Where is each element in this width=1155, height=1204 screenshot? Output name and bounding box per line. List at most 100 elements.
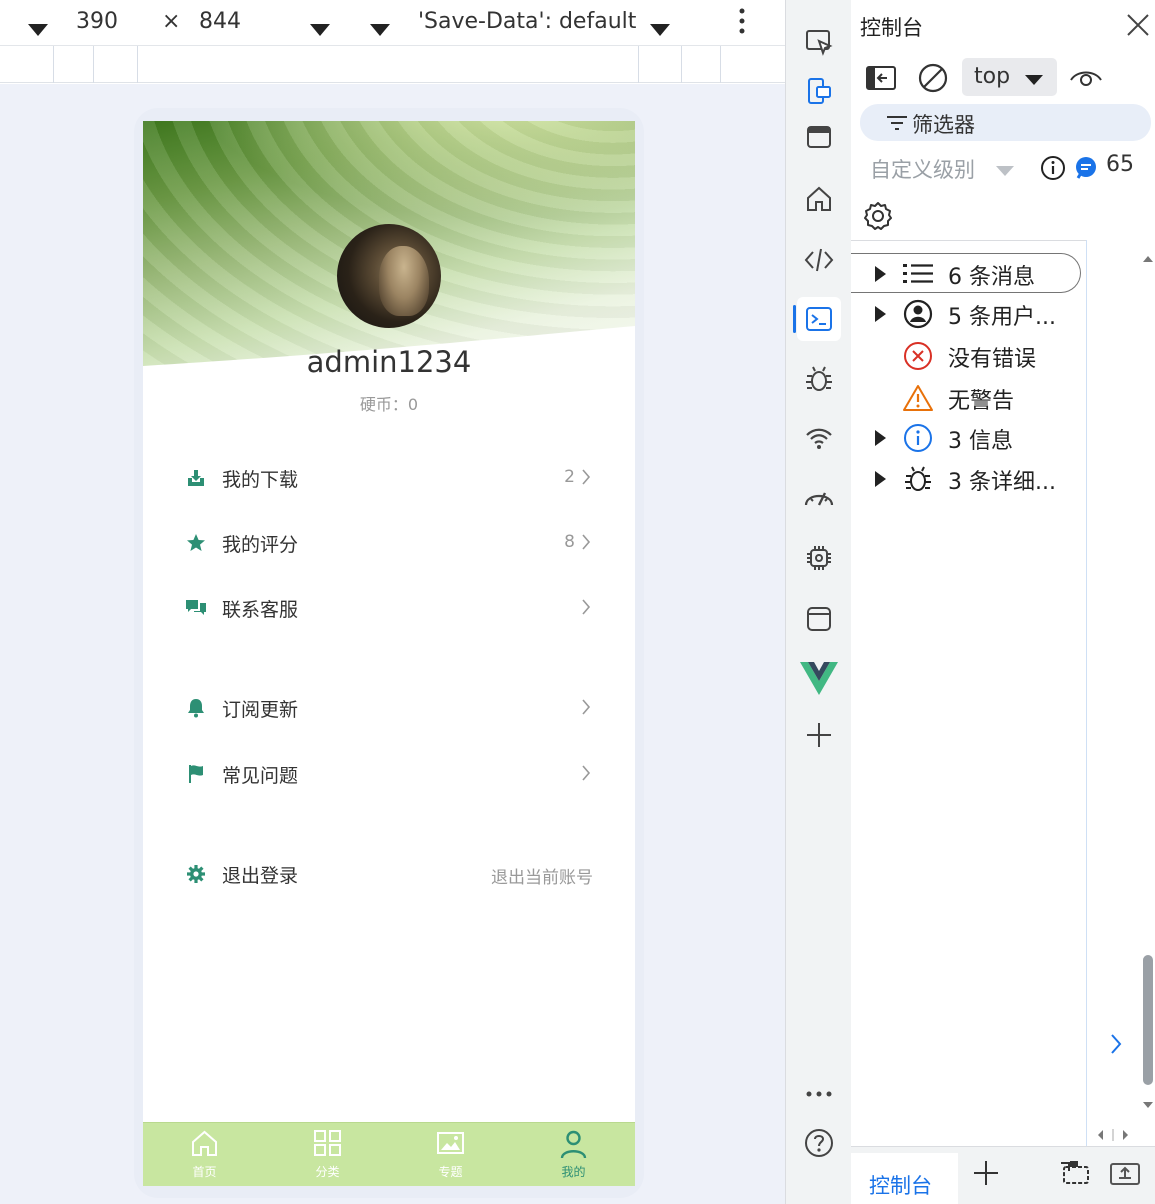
clear-console-icon[interactable] xyxy=(917,62,949,94)
sidebar-item-errors[interactable]: 没有错误 xyxy=(851,336,1081,376)
add-tool-icon[interactable] xyxy=(797,713,841,757)
gear-icon xyxy=(185,863,207,885)
drawer-tabs: 控制台 xyxy=(851,1146,1155,1204)
expand-arrow-icon xyxy=(875,430,886,446)
viewport-width[interactable]: 390 xyxy=(76,8,118,36)
more-options-icon[interactable] xyxy=(735,6,749,44)
dropdown-arrow-icon xyxy=(996,166,1014,176)
log-level-select[interactable]: 自定义级别 xyxy=(870,154,975,184)
bell-icon xyxy=(185,697,207,719)
menu-item-subscribe[interactable]: 订阅更新 xyxy=(143,684,635,734)
console-icon[interactable] xyxy=(793,297,841,341)
list-icon xyxy=(902,258,934,290)
network-wifi-icon[interactable] xyxy=(797,417,841,461)
message-bubble-icon xyxy=(1076,157,1096,179)
ratings-count: 8 xyxy=(564,532,575,552)
sidebar-item-info[interactable]: 3 信息 xyxy=(851,418,1081,458)
username: admin1234 xyxy=(306,345,472,379)
viewport-height[interactable]: 844 xyxy=(199,8,241,36)
save-data-dropdown-icon[interactable] xyxy=(650,16,670,44)
devtools-activity-bar xyxy=(785,0,851,1204)
sidebar-item-warnings[interactable]: 无警告 xyxy=(851,378,1081,418)
expand-arrow-icon xyxy=(875,306,886,322)
times-icon: × xyxy=(162,9,181,34)
star-icon xyxy=(185,532,207,554)
bug-icon xyxy=(902,463,934,495)
help-icon[interactable] xyxy=(797,1121,841,1165)
user-circle-icon xyxy=(902,298,934,330)
chevron-right-icon xyxy=(582,765,591,781)
expand-arrow-icon xyxy=(875,471,886,487)
chevron-right-icon[interactable] xyxy=(1109,1032,1123,1056)
device-toolbar: 390 × 844 'Save-Data': default xyxy=(0,0,785,46)
sidebar-item-messages[interactable]: 6 条消息 xyxy=(851,253,1081,293)
device-dropdown-icon[interactable] xyxy=(28,16,48,44)
filter-icon xyxy=(887,116,907,130)
move-to-top-icon[interactable] xyxy=(1109,1159,1141,1187)
dock-side-icon[interactable] xyxy=(1058,1159,1092,1187)
more-tools-icon[interactable] xyxy=(797,1072,841,1116)
tab-category[interactable]: 分类 xyxy=(266,1123,389,1186)
bottom-tab-bar: 首页 分类 专题 我的 xyxy=(143,1122,635,1186)
scroll-up-icon[interactable] xyxy=(1141,254,1155,264)
chevron-right-icon xyxy=(582,534,591,550)
chat-icon xyxy=(185,597,207,619)
menu-item-faq[interactable]: 常见问题 xyxy=(143,750,635,800)
chevron-right-icon xyxy=(582,599,591,615)
avatar[interactable] xyxy=(337,224,441,328)
window-icon[interactable] xyxy=(797,115,841,159)
application-icon[interactable] xyxy=(797,597,841,641)
info-icon xyxy=(902,422,934,454)
menu-item-downloads[interactable]: 我的下载 2 xyxy=(143,454,635,504)
chevron-right-icon xyxy=(582,469,591,485)
phone-screen: admin1234 硬币：0 我的下载 2 我的评分 8 联系客服 订阅更新 常… xyxy=(143,121,635,1186)
throttle-dropdown-icon[interactable] xyxy=(370,16,390,44)
tab-home[interactable]: 首页 xyxy=(143,1123,266,1186)
save-data-select[interactable]: 'Save-Data': default xyxy=(418,8,636,36)
menu-item-support[interactable]: 联系客服 xyxy=(143,584,635,634)
filter-input[interactable]: 筛选器 xyxy=(860,104,1151,141)
tab-console[interactable]: 控制台 xyxy=(851,1153,958,1204)
sources-bug-icon[interactable] xyxy=(797,357,841,401)
close-icon[interactable] xyxy=(1125,12,1151,38)
sidebar-toggle-icon[interactable] xyxy=(865,64,897,92)
zoom-dropdown-icon[interactable] xyxy=(310,16,330,44)
vue-devtools-icon[interactable] xyxy=(797,656,841,700)
error-icon xyxy=(902,340,934,372)
menu-item-logout[interactable]: 退出登录 退出当前账号 xyxy=(143,850,635,900)
inspect-element-icon[interactable] xyxy=(797,20,841,64)
expand-arrow-icon xyxy=(875,266,886,282)
tab-mine[interactable]: 我的 xyxy=(512,1123,635,1186)
sidebar-item-verbose[interactable]: 3 条详细... xyxy=(851,459,1081,499)
download-icon xyxy=(185,467,207,489)
memory-chip-icon[interactable] xyxy=(797,536,841,580)
home-icon[interactable] xyxy=(797,177,841,221)
sidebar-item-user-messages[interactable]: 5 条用户... xyxy=(851,294,1081,334)
dropdown-arrow-icon xyxy=(1025,75,1043,85)
grid-icon xyxy=(314,1130,341,1156)
scrollbar-thumb[interactable] xyxy=(1143,955,1153,1085)
horizontal-scroll-icon[interactable] xyxy=(1095,1128,1131,1142)
coin-balance: 硬币：0 xyxy=(359,395,419,414)
image-icon xyxy=(437,1132,464,1154)
downloads-count: 2 xyxy=(564,467,575,487)
console-panel: 控制台 top 筛选器 自定义级别 65 6 条消息 5 条用户... 没有错误… xyxy=(851,0,1155,1204)
panel-title: 控制台 xyxy=(860,16,923,40)
scroll-down-icon[interactable] xyxy=(1141,1100,1155,1110)
warning-icon xyxy=(902,382,934,414)
performance-gauge-icon[interactable] xyxy=(797,476,841,520)
settings-gear-icon[interactable] xyxy=(862,200,894,232)
chevron-right-icon xyxy=(582,699,591,715)
menu-item-ratings[interactable]: 我的评分 8 xyxy=(143,519,635,569)
message-count: 65 xyxy=(1106,152,1134,177)
info-icon[interactable] xyxy=(1040,155,1066,181)
context-select[interactable]: top xyxy=(962,58,1057,96)
add-tab-icon[interactable] xyxy=(972,1159,1000,1187)
home-icon xyxy=(192,1130,217,1156)
elements-icon[interactable] xyxy=(797,238,841,282)
media-query-ruler xyxy=(0,46,785,83)
user-icon xyxy=(560,1130,587,1159)
device-toolbar-icon[interactable] xyxy=(797,69,841,113)
live-expression-eye-icon[interactable] xyxy=(1069,66,1103,90)
tab-topics[interactable]: 专题 xyxy=(389,1123,512,1186)
